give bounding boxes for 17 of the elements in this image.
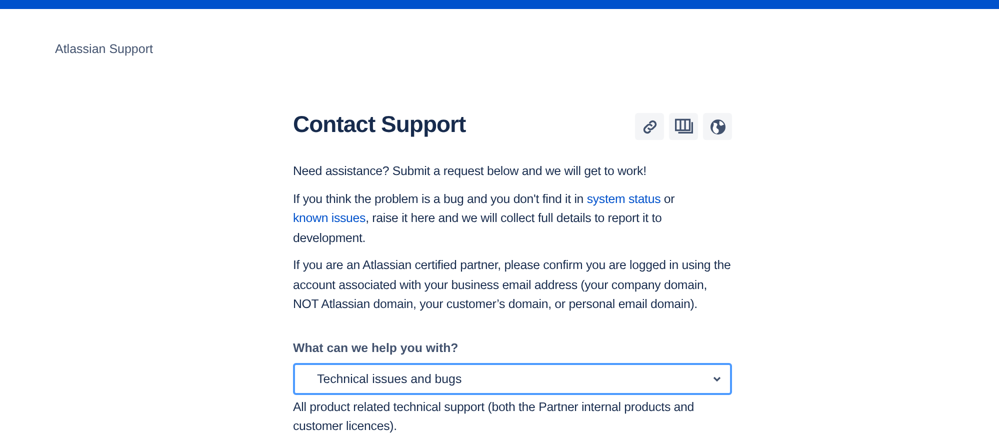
paragraph: Need assistance? Submit a request below and we will get to work! — [293, 163, 648, 180]
page-title: Contact Support — [293, 110, 466, 139]
link-icon — [640, 118, 658, 136]
language-button[interactable] — [703, 113, 732, 140]
chevron-icon — [712, 374, 722, 382]
field-label: What can we help you with? — [293, 340, 460, 354]
board-button[interactable] — [669, 113, 698, 140]
text-link[interactable]: system status — [586, 192, 661, 206]
paragraph: If you are an Atlassian certified partner, please confirm you are logged in using the account associated with your business email address (your company domain, NOT Atlassian domain, your customer’s domain, or personal email domain). — [293, 257, 732, 313]
request-type-select[interactable]: Technical issues and bugs — [293, 362, 732, 394]
paragraph: If you think the problem is a bug and you don't find it in system status or known issues, raise it here and we will collect full details to report it to development. — [293, 190, 676, 247]
text-link[interactable]: known issues — [293, 211, 366, 225]
columns-icon — [674, 118, 694, 136]
globe-icon — [708, 118, 726, 136]
link-button[interactable] — [635, 113, 664, 140]
site-title[interactable]: Atlassian Support — [55, 42, 153, 56]
help-text: All product related technical support (both the Partner internal products and customer licences). — [293, 398, 696, 434]
